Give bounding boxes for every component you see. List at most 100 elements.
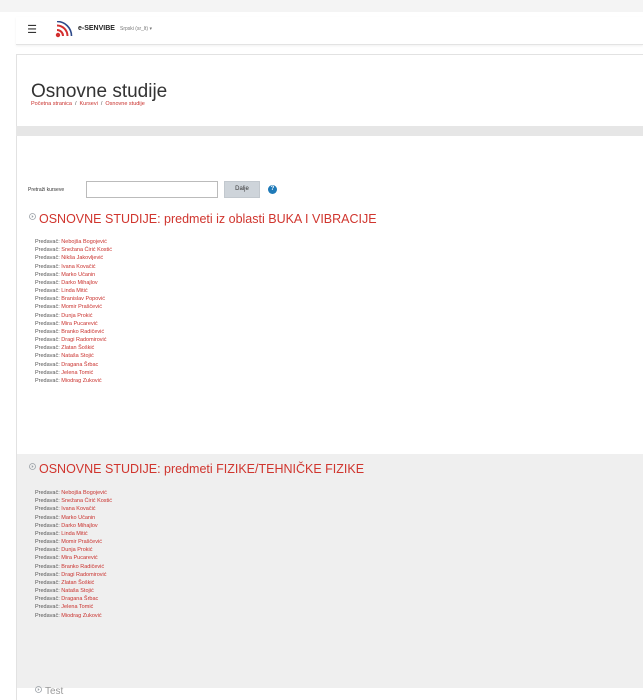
question-circle-icon[interactable]: ? — [268, 185, 277, 194]
category-title[interactable]: OSNOVNE STUDIJE: predmeti iz oblasti BUK… — [29, 212, 377, 226]
teacher-item: Predavač: Dragi Radomirović — [35, 571, 112, 579]
breadcrumb-current[interactable]: Osnovne studije — [105, 101, 144, 107]
teacher-label: Predavač: — [35, 588, 60, 595]
teacher-item: Predavač: Nataša Stojić — [35, 352, 112, 360]
page-header: Osnovne studije Početna stranica / Kursevi… — [16, 54, 643, 128]
teacher-name-link[interactable]: Snežana Ćirić Kostić — [61, 247, 112, 253]
teacher-label: Predavač: — [35, 596, 60, 603]
teacher-label: Predavač: — [35, 255, 60, 262]
senvibe-logo-icon[interactable] — [54, 20, 74, 39]
teacher-item: Predavač: Marko Učanin — [35, 271, 112, 279]
teacher-name-link[interactable]: Momir Praščević — [61, 539, 102, 545]
search-input[interactable] — [86, 181, 218, 198]
teacher-name-link[interactable]: Darko Mihajlov — [61, 523, 97, 529]
breadcrumb-separator: / — [74, 101, 77, 107]
teacher-name-link[interactable]: Dragana Šrbac — [61, 596, 98, 602]
teacher-name-link[interactable]: Dunja Prokić — [61, 313, 92, 319]
hamburger-icon[interactable]: ☰ — [24, 23, 40, 37]
teacher-name-link[interactable]: Marko Učanin — [61, 515, 95, 521]
teacher-name-link[interactable]: Ivana Kovačić — [61, 506, 95, 512]
teacher-label: Predavač: — [35, 239, 60, 245]
category-fizike: OSNOVNE STUDIJE: predmeti FIZIKE/TEHNIČK… — [17, 454, 643, 688]
breadcrumb: Početna stranica / Kursevi / Osnovne studije — [31, 101, 145, 107]
teacher-item: Predavač: Dunja Prokić — [35, 312, 112, 320]
teacher-name-link[interactable]: Jelena Tomić — [61, 370, 93, 376]
category-test[interactable]: Test — [35, 685, 63, 697]
teacher-label: Predavač: — [35, 247, 60, 254]
breadcrumb-home[interactable]: Početna stranica — [31, 101, 72, 107]
teacher-name-link[interactable]: Ivana Kovačić — [61, 264, 95, 270]
teacher-label: Predavač: — [35, 328, 60, 335]
teacher-name-link[interactable]: Linda Mitić — [61, 288, 87, 294]
teacher-name-link[interactable]: Miodrag Zuković — [61, 613, 101, 619]
teacher-name-link[interactable]: Dragi Radomirović — [61, 337, 106, 343]
teacher-name-link[interactable]: Branislav Popović — [61, 296, 105, 302]
teacher-item: Predavač: Ivana Kovačić — [35, 505, 112, 513]
teacher-item: Predavač: Snežana Ćirić Kostić — [35, 497, 112, 505]
teacher-item: Predavač: Nikša Jakovljević — [35, 254, 112, 262]
teacher-item: Predavač: Jelena Tomić — [35, 603, 112, 611]
teacher-label: Predavač: — [35, 304, 60, 311]
teacher-name-link[interactable]: Zlatan Šoškić — [61, 580, 94, 586]
teacher-label: Predavač: — [35, 547, 60, 554]
brand-name[interactable]: e-SENVIBE — [78, 25, 115, 32]
teacher-name-link[interactable]: Zlatan Šoškić — [61, 345, 94, 351]
teacher-name-link[interactable]: Dunja Prokić — [61, 547, 92, 553]
teacher-label: Predavač: — [35, 522, 60, 529]
teacher-name-link[interactable]: Nikša Jakovljević — [61, 255, 103, 261]
teacher-label: Predavač: — [35, 579, 60, 586]
teacher-name-link[interactable]: Snežana Ćirić Kostić — [61, 498, 112, 504]
teacher-list: Predavač: Nebojša Bogojević Predavač: Sne… — [35, 489, 112, 620]
teacher-label: Predavač: — [35, 571, 60, 578]
teacher-name-link[interactable]: Branko Radičević — [61, 329, 104, 335]
teacher-name-link[interactable]: Nebojša Bogojević — [61, 490, 107, 496]
navbar: ☰ e-SENVIBE Srpski (sr_lt) ▾ — [16, 17, 643, 45]
teacher-label: Predavač: — [35, 506, 60, 513]
teacher-item: Predavač: Dragana Šrbac — [35, 361, 112, 369]
teacher-label: Predavač: — [35, 539, 60, 546]
collapse-arrow-icon[interactable] — [29, 463, 36, 470]
teacher-label: Predavač: — [35, 337, 60, 344]
teacher-name-link[interactable]: Mira Pucarević — [61, 555, 97, 561]
teacher-item: Predavač: Branko Radičević — [35, 563, 112, 571]
teacher-item: Predavač: Linda Mitić — [35, 287, 112, 295]
region-divider — [16, 126, 643, 136]
language-selector[interactable]: Srpski (sr_lt) ▾ — [120, 26, 152, 32]
category-title[interactable]: OSNOVNE STUDIJE: predmeti FIZIKE/TEHNIČK… — [29, 462, 364, 476]
teacher-label: Predavač: — [35, 530, 60, 537]
teacher-item: Predavač: Nataša Stojić — [35, 587, 112, 595]
teacher-item: Predavač: Branko Radičević — [35, 328, 112, 336]
teacher-name-link[interactable]: Nataša Stojić — [61, 588, 93, 594]
collapse-arrow-icon[interactable] — [35, 685, 42, 693]
teacher-name-link[interactable]: Nebojša Bogojević — [61, 239, 107, 245]
teacher-name-link[interactable]: Nataša Stojić — [61, 353, 93, 359]
teacher-item: Predavač: Mira Pucarević — [35, 320, 112, 328]
teacher-name-link[interactable]: Dragi Radomirović — [61, 572, 106, 578]
top-strip — [0, 0, 643, 12]
teacher-item: Predavač: Zlatan Šoškić — [35, 344, 112, 352]
teacher-label: Predavač: — [35, 498, 60, 505]
teacher-label: Predavač: — [35, 312, 60, 319]
teacher-name-link[interactable]: Miodrag Zuković — [61, 378, 101, 384]
teacher-name-link[interactable]: Momir Praščević — [61, 304, 102, 310]
teacher-item: Predavač: Darko Mihajlov — [35, 279, 112, 287]
search-button[interactable]: Dalje — [224, 181, 260, 198]
teacher-item: Predavač: Miodrag Zuković — [35, 612, 112, 620]
teacher-item: Predavač: Dragana Šrbac — [35, 595, 112, 603]
collapse-arrow-icon[interactable] — [29, 213, 36, 220]
teacher-name-link[interactable]: Darko Mihajlov — [61, 280, 97, 286]
teacher-name-link[interactable]: Dragana Šrbac — [61, 362, 98, 368]
teacher-name-link[interactable]: Linda Mitić — [61, 531, 87, 537]
teacher-name-link[interactable]: Marko Učanin — [61, 272, 95, 278]
breadcrumb-courses[interactable]: Kursevi — [80, 101, 98, 107]
teacher-label: Predavač: — [35, 263, 60, 270]
teacher-name-link[interactable]: Mira Pucarević — [61, 321, 97, 327]
teacher-item: Predavač: Ivana Kovačić — [35, 263, 112, 271]
teacher-name-link[interactable]: Jelena Tomić — [61, 604, 93, 610]
teacher-label: Predavač: — [35, 604, 60, 611]
teacher-item: Predavač: Nebojša Bogojević — [35, 489, 112, 497]
teacher-item: Predavač: Darko Mihajlov — [35, 522, 112, 530]
teacher-name-link[interactable]: Branko Radičević — [61, 564, 104, 570]
teacher-label: Predavač: — [35, 361, 60, 368]
teacher-label: Predavač: — [35, 271, 60, 278]
